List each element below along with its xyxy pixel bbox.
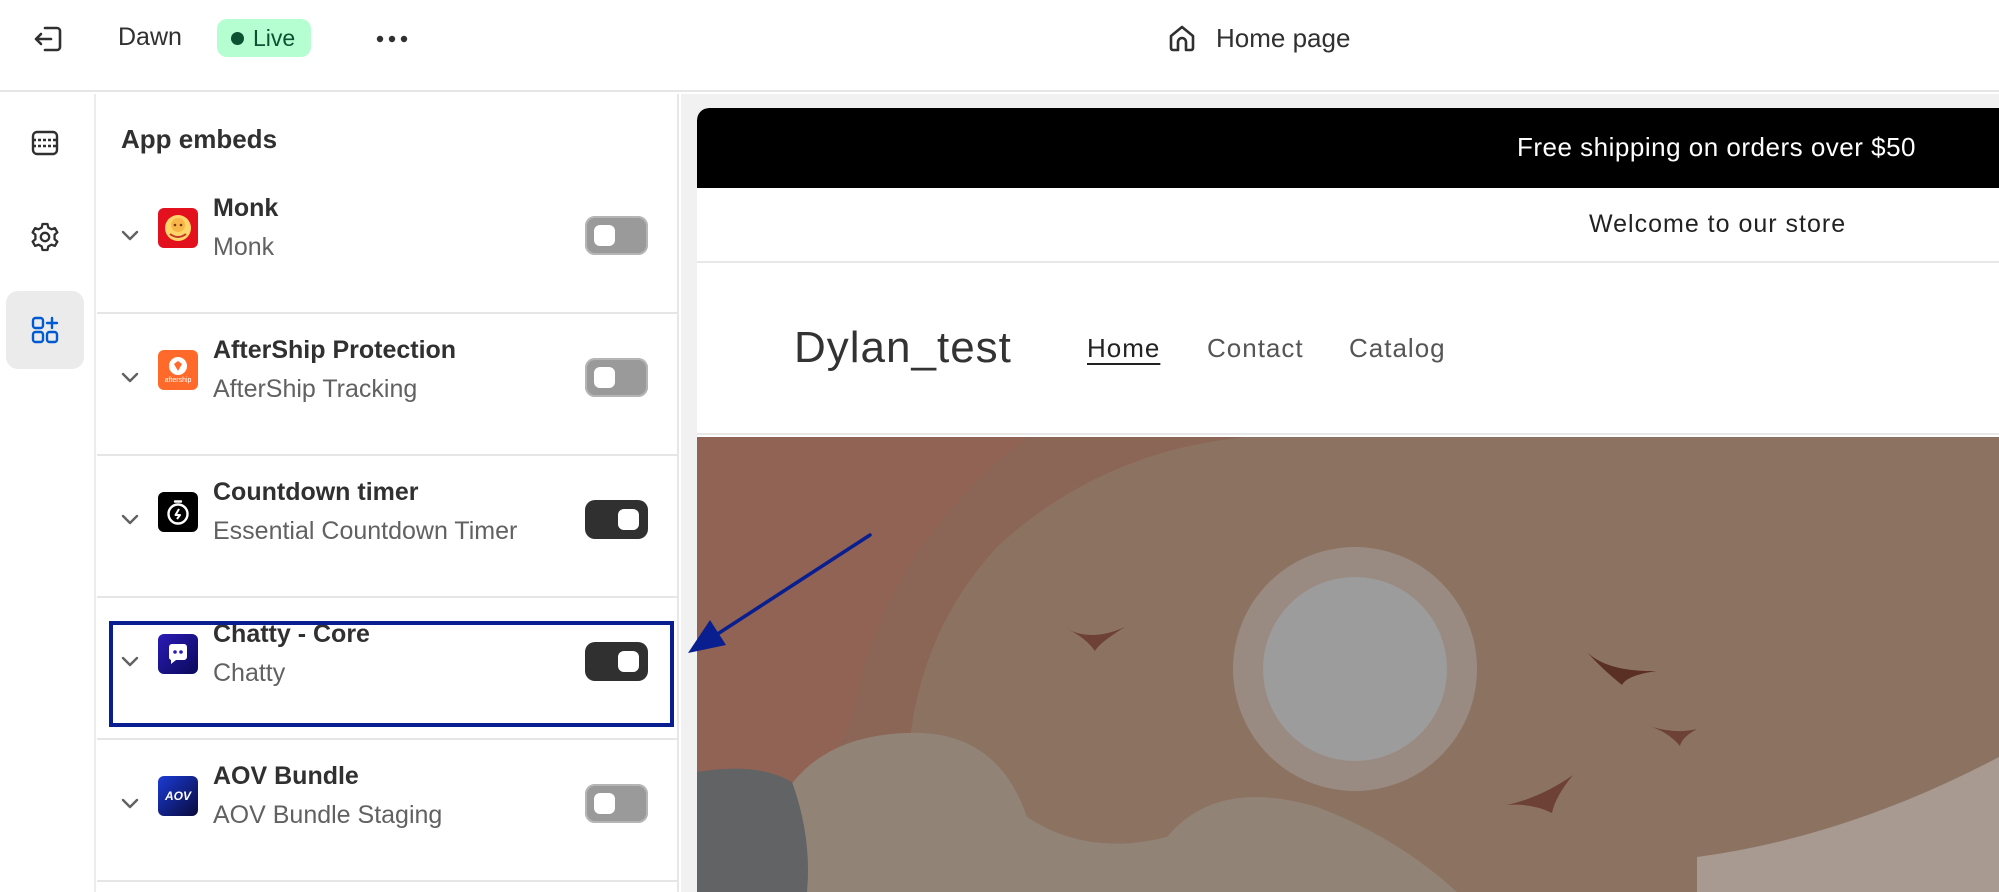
aftership-logo-text: aftership	[164, 377, 192, 384]
embed-subtitle: AfterShip Tracking	[213, 375, 418, 403]
toggle-knob	[594, 793, 615, 814]
more-actions-button[interactable]	[374, 24, 410, 54]
welcome-text: Welcome to our store	[1589, 210, 1847, 238]
page-selector[interactable]: Home page	[1166, 18, 1350, 58]
chevron-down-icon[interactable]	[119, 508, 141, 530]
embed-toggle[interactable]	[585, 358, 648, 397]
aov-app-icon: AOV	[158, 776, 198, 816]
embed-title: Countdown timer	[213, 478, 419, 506]
store-header: Dylan_test Home Contact Catalog	[697, 265, 1999, 435]
chevron-down-icon[interactable]	[119, 224, 141, 246]
embed-subtitle: Monk	[213, 233, 275, 261]
more-horizontal-icon	[376, 35, 408, 43]
aov-logo-text: AOV	[164, 789, 191, 803]
embed-title: Monk	[213, 194, 279, 222]
embed-title: AfterShip Protection	[213, 336, 457, 364]
welcome-bar: Welcome to our store	[697, 188, 1999, 263]
chevron-down-icon[interactable]	[119, 366, 141, 388]
highlight-annotation-box	[109, 621, 674, 727]
app-embeds-button[interactable]	[6, 291, 84, 369]
editor-top-bar: Dawn Live Home page	[0, 0, 1999, 92]
annotation-arrow-icon	[688, 533, 872, 653]
exit-icon	[34, 26, 62, 52]
toggle-knob	[594, 367, 615, 388]
live-dot-icon	[231, 31, 244, 45]
sections-icon	[31, 130, 59, 156]
live-status-label: Live	[253, 24, 296, 51]
theme-settings-button[interactable]	[6, 198, 84, 276]
embed-subtitle: Essential Countdown Timer	[213, 517, 518, 545]
home-icon	[1169, 25, 1195, 52]
storefront-preview: Free shipping on orders over $50 Welcome…	[697, 108, 1999, 892]
announcement-text: Free shipping on orders over $50	[1517, 132, 1917, 162]
live-status-badge: Live	[217, 19, 312, 57]
page-selector-label: Home page	[1216, 22, 1351, 53]
exit-button[interactable]	[28, 22, 68, 56]
announcement-bar: Free shipping on orders over $50	[697, 108, 1999, 188]
sections-button[interactable]	[6, 104, 84, 182]
store-name[interactable]: Dylan_test	[794, 323, 1012, 373]
embed-row-countdown[interactable]: Countdown timer Essential Countdown Time…	[97, 456, 679, 598]
toggle-knob	[618, 509, 639, 530]
embed-toggle[interactable]	[585, 216, 648, 255]
panel-title: App embeds	[121, 124, 278, 154]
app-embeds-icon	[31, 316, 59, 344]
embed-toggle[interactable]	[585, 500, 648, 539]
hero-image	[697, 434, 1999, 892]
embed-row-monk[interactable]: Monk Monk	[97, 172, 679, 314]
embed-row-aftership[interactable]: aftership AfterShip Protection AfterShip…	[97, 314, 679, 456]
embed-row-aov-bundle[interactable]: AOV AOV Bundle AOV Bundle Staging	[97, 740, 679, 882]
embed-title: AOV Bundle	[213, 762, 359, 790]
toggle-knob	[594, 225, 615, 246]
timer-app-icon	[158, 492, 198, 532]
nav-link-catalog[interactable]: Catalog	[1349, 333, 1446, 364]
nav-link-home[interactable]: Home	[1087, 333, 1160, 364]
gear-icon	[31, 222, 59, 252]
embed-subtitle: AOV Bundle Staging	[213, 801, 443, 829]
theme-name: Dawn	[118, 23, 182, 51]
embed-toggle[interactable]	[585, 784, 648, 823]
editor-rail	[0, 94, 96, 892]
chevron-down-icon[interactable]	[119, 792, 141, 814]
monk-app-icon	[158, 208, 198, 248]
hero-illustration	[697, 434, 1999, 892]
nav-link-contact[interactable]: Contact	[1207, 333, 1304, 364]
aftership-app-icon: aftership	[158, 350, 198, 390]
app-embeds-panel: App embeds Monk Monk aftership AfterShip…	[97, 94, 679, 892]
